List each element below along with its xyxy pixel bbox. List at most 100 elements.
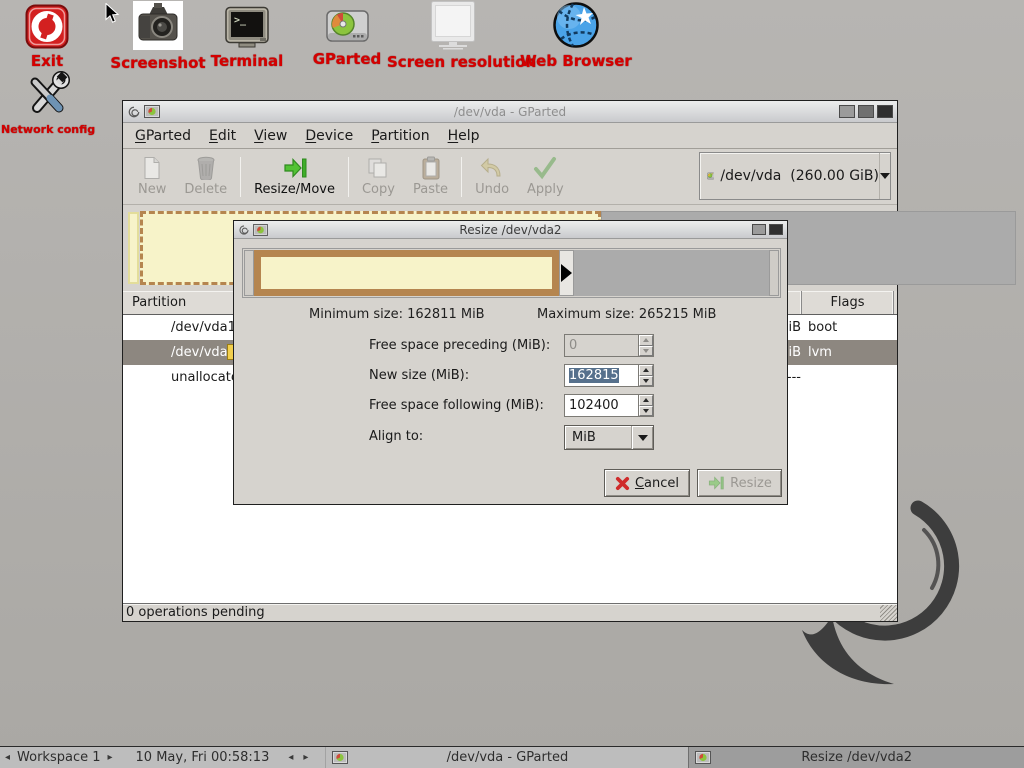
menu-edit[interactable]: Edit xyxy=(200,125,245,147)
paste-icon xyxy=(421,156,441,180)
copy-button[interactable]: Copy xyxy=(353,152,404,201)
partition-name: /dev/vda2 xyxy=(123,345,236,360)
desktop-icon-screenshot[interactable]: Screenshot xyxy=(110,1,206,72)
spin-down-button[interactable] xyxy=(639,346,653,357)
resize-move-button[interactable]: Resize/Move xyxy=(245,152,344,201)
main-window-titlebar[interactable]: /dev/vda - GParted xyxy=(123,101,897,123)
dialog-titlebar[interactable]: Resize /dev/vda2 xyxy=(234,221,787,239)
spin-down-button[interactable] xyxy=(639,376,653,387)
minimize-button[interactable] xyxy=(839,105,855,118)
menubar: GParted Edit View Device Partition Help xyxy=(123,123,897,149)
slider-partition-area[interactable] xyxy=(254,250,559,296)
resize-grip[interactable] xyxy=(880,605,897,621)
minimum-size-label: Minimum size: 162811 MiB xyxy=(309,307,485,322)
new-page-icon xyxy=(141,156,163,180)
spin-up-button[interactable] xyxy=(639,335,653,346)
slider-free-space-area[interactable] xyxy=(574,250,769,296)
chevron-down-icon xyxy=(880,173,890,179)
paste-button[interactable]: Paste xyxy=(404,152,457,201)
task-title: /dev/vda - GParted xyxy=(326,750,688,765)
field-label: Free space preceding (MiB): xyxy=(369,338,550,353)
desktop-icon-exit[interactable]: Exit xyxy=(12,4,82,70)
flags-value: boot xyxy=(808,320,837,335)
desktop-icon-screen-resolution[interactable]: Screen resolution xyxy=(387,1,519,71)
taskbar-item-resize-dialog[interactable]: Resize /dev/vda2 xyxy=(688,747,1024,768)
free-space-following-spinbox[interactable]: 102400 xyxy=(564,394,654,417)
desktop: Exit Screenshot >_ Terminal xyxy=(0,0,1024,768)
align-to-dropdown[interactable]: MiB xyxy=(564,425,654,450)
toolbar-separator xyxy=(348,157,349,197)
flags-value: lvm xyxy=(808,345,832,360)
field-label: Free space following (MiB): xyxy=(369,398,544,413)
free-space-preceding-spinbox[interactable]: 0 xyxy=(564,334,654,357)
svg-text:>_: >_ xyxy=(234,15,247,26)
resize-button[interactable]: Resize xyxy=(697,469,782,497)
selected-text: 162815 xyxy=(569,368,619,383)
delete-button[interactable]: Delete xyxy=(175,152,236,201)
menu-device[interactable]: Device xyxy=(296,125,362,147)
taskbar-item-gparted[interactable]: /dev/vda - GParted xyxy=(325,747,688,768)
device-selector[interactable]: /dev/vda (260.00 GiB) xyxy=(699,152,891,200)
device-path: /dev/vda xyxy=(720,168,781,184)
maximum-size-label: Maximum size: 265215 MiB xyxy=(537,307,716,322)
monitor-icon xyxy=(427,1,479,50)
menu-gparted[interactable]: GParted xyxy=(126,125,200,147)
menu-partition[interactable]: Partition xyxy=(362,125,438,147)
cancel-button[interactable]: Cancel xyxy=(604,469,690,497)
desktop-icon-terminal[interactable]: >_ Terminal xyxy=(205,6,289,70)
new-size-row: New size (MiB): 162815 xyxy=(234,364,787,388)
resize-move-icon xyxy=(283,156,307,180)
apply-check-icon xyxy=(533,156,557,180)
align-to-row: Align to: MiB xyxy=(234,425,787,449)
desktop-icon-label: Screenshot xyxy=(110,54,206,72)
pager-prev-arrow[interactable]: ◂ xyxy=(283,752,298,763)
partition-segment-vda1[interactable] xyxy=(128,212,139,284)
trash-icon xyxy=(196,156,216,180)
maximize-button[interactable] xyxy=(858,105,874,118)
partition-name: /dev/vda1 xyxy=(123,320,236,335)
globe-icon xyxy=(551,1,601,49)
spin-down-button[interactable] xyxy=(639,406,653,417)
dialog-close-button[interactable] xyxy=(769,224,783,235)
column-header-flags[interactable]: Flags xyxy=(802,291,894,314)
gparted-app-icon xyxy=(144,105,160,118)
slider-drag-handle[interactable] xyxy=(559,250,574,296)
new-button[interactable]: New xyxy=(129,152,175,201)
menu-help[interactable]: Help xyxy=(439,125,489,147)
tools-icon xyxy=(23,70,73,120)
new-size-spinbox[interactable]: 162815 xyxy=(564,364,654,387)
wm-spiral-icon xyxy=(127,105,141,119)
partition-name: unallocated xyxy=(123,370,247,385)
toolbar-separator xyxy=(461,157,462,197)
desktop-icon-web-browser[interactable]: Web Browser xyxy=(512,1,640,70)
task-title: Resize /dev/vda2 xyxy=(689,750,1024,765)
field-label: New size (MiB): xyxy=(369,368,469,383)
menu-view[interactable]: View xyxy=(245,125,296,147)
field-label: Align to: xyxy=(369,429,423,444)
apply-button[interactable]: Apply xyxy=(518,152,573,201)
slider-left-cap xyxy=(244,250,254,296)
resize-arrow-icon xyxy=(707,475,725,491)
power-icon xyxy=(25,4,69,49)
cancel-x-icon xyxy=(615,476,630,491)
main-window-title: /dev/vda - GParted xyxy=(123,105,897,119)
desktop-icon-label: Screen resolution xyxy=(387,53,519,71)
close-button[interactable] xyxy=(877,105,893,118)
pager-next-arrow[interactable]: ▸ xyxy=(298,752,313,763)
dialog-maximize-button[interactable] xyxy=(752,224,766,235)
desktop-icon-network-config[interactable]: Network config xyxy=(1,70,95,136)
spin-up-button[interactable] xyxy=(639,395,653,406)
mouse-cursor xyxy=(105,3,119,24)
spin-up-button[interactable] xyxy=(639,365,653,376)
device-size: (260.00 GiB) xyxy=(790,168,879,184)
workspace-next-arrow[interactable]: ▸ xyxy=(103,752,118,763)
desktop-icon-gparted[interactable]: GParted xyxy=(304,7,390,68)
device-selector-dropdown[interactable] xyxy=(879,153,890,199)
undo-button[interactable]: Undo xyxy=(466,152,518,201)
desktop-icon-label: GParted xyxy=(304,50,390,68)
toolbar-separator xyxy=(240,157,241,197)
resize-dialog: Resize /dev/vda2 Minimum size: 162811 Mi… xyxy=(233,220,788,505)
wm-spiral-icon xyxy=(238,224,250,236)
workspace-prev-arrow[interactable]: ◂ xyxy=(0,752,15,763)
terminal-icon: >_ xyxy=(224,6,270,49)
